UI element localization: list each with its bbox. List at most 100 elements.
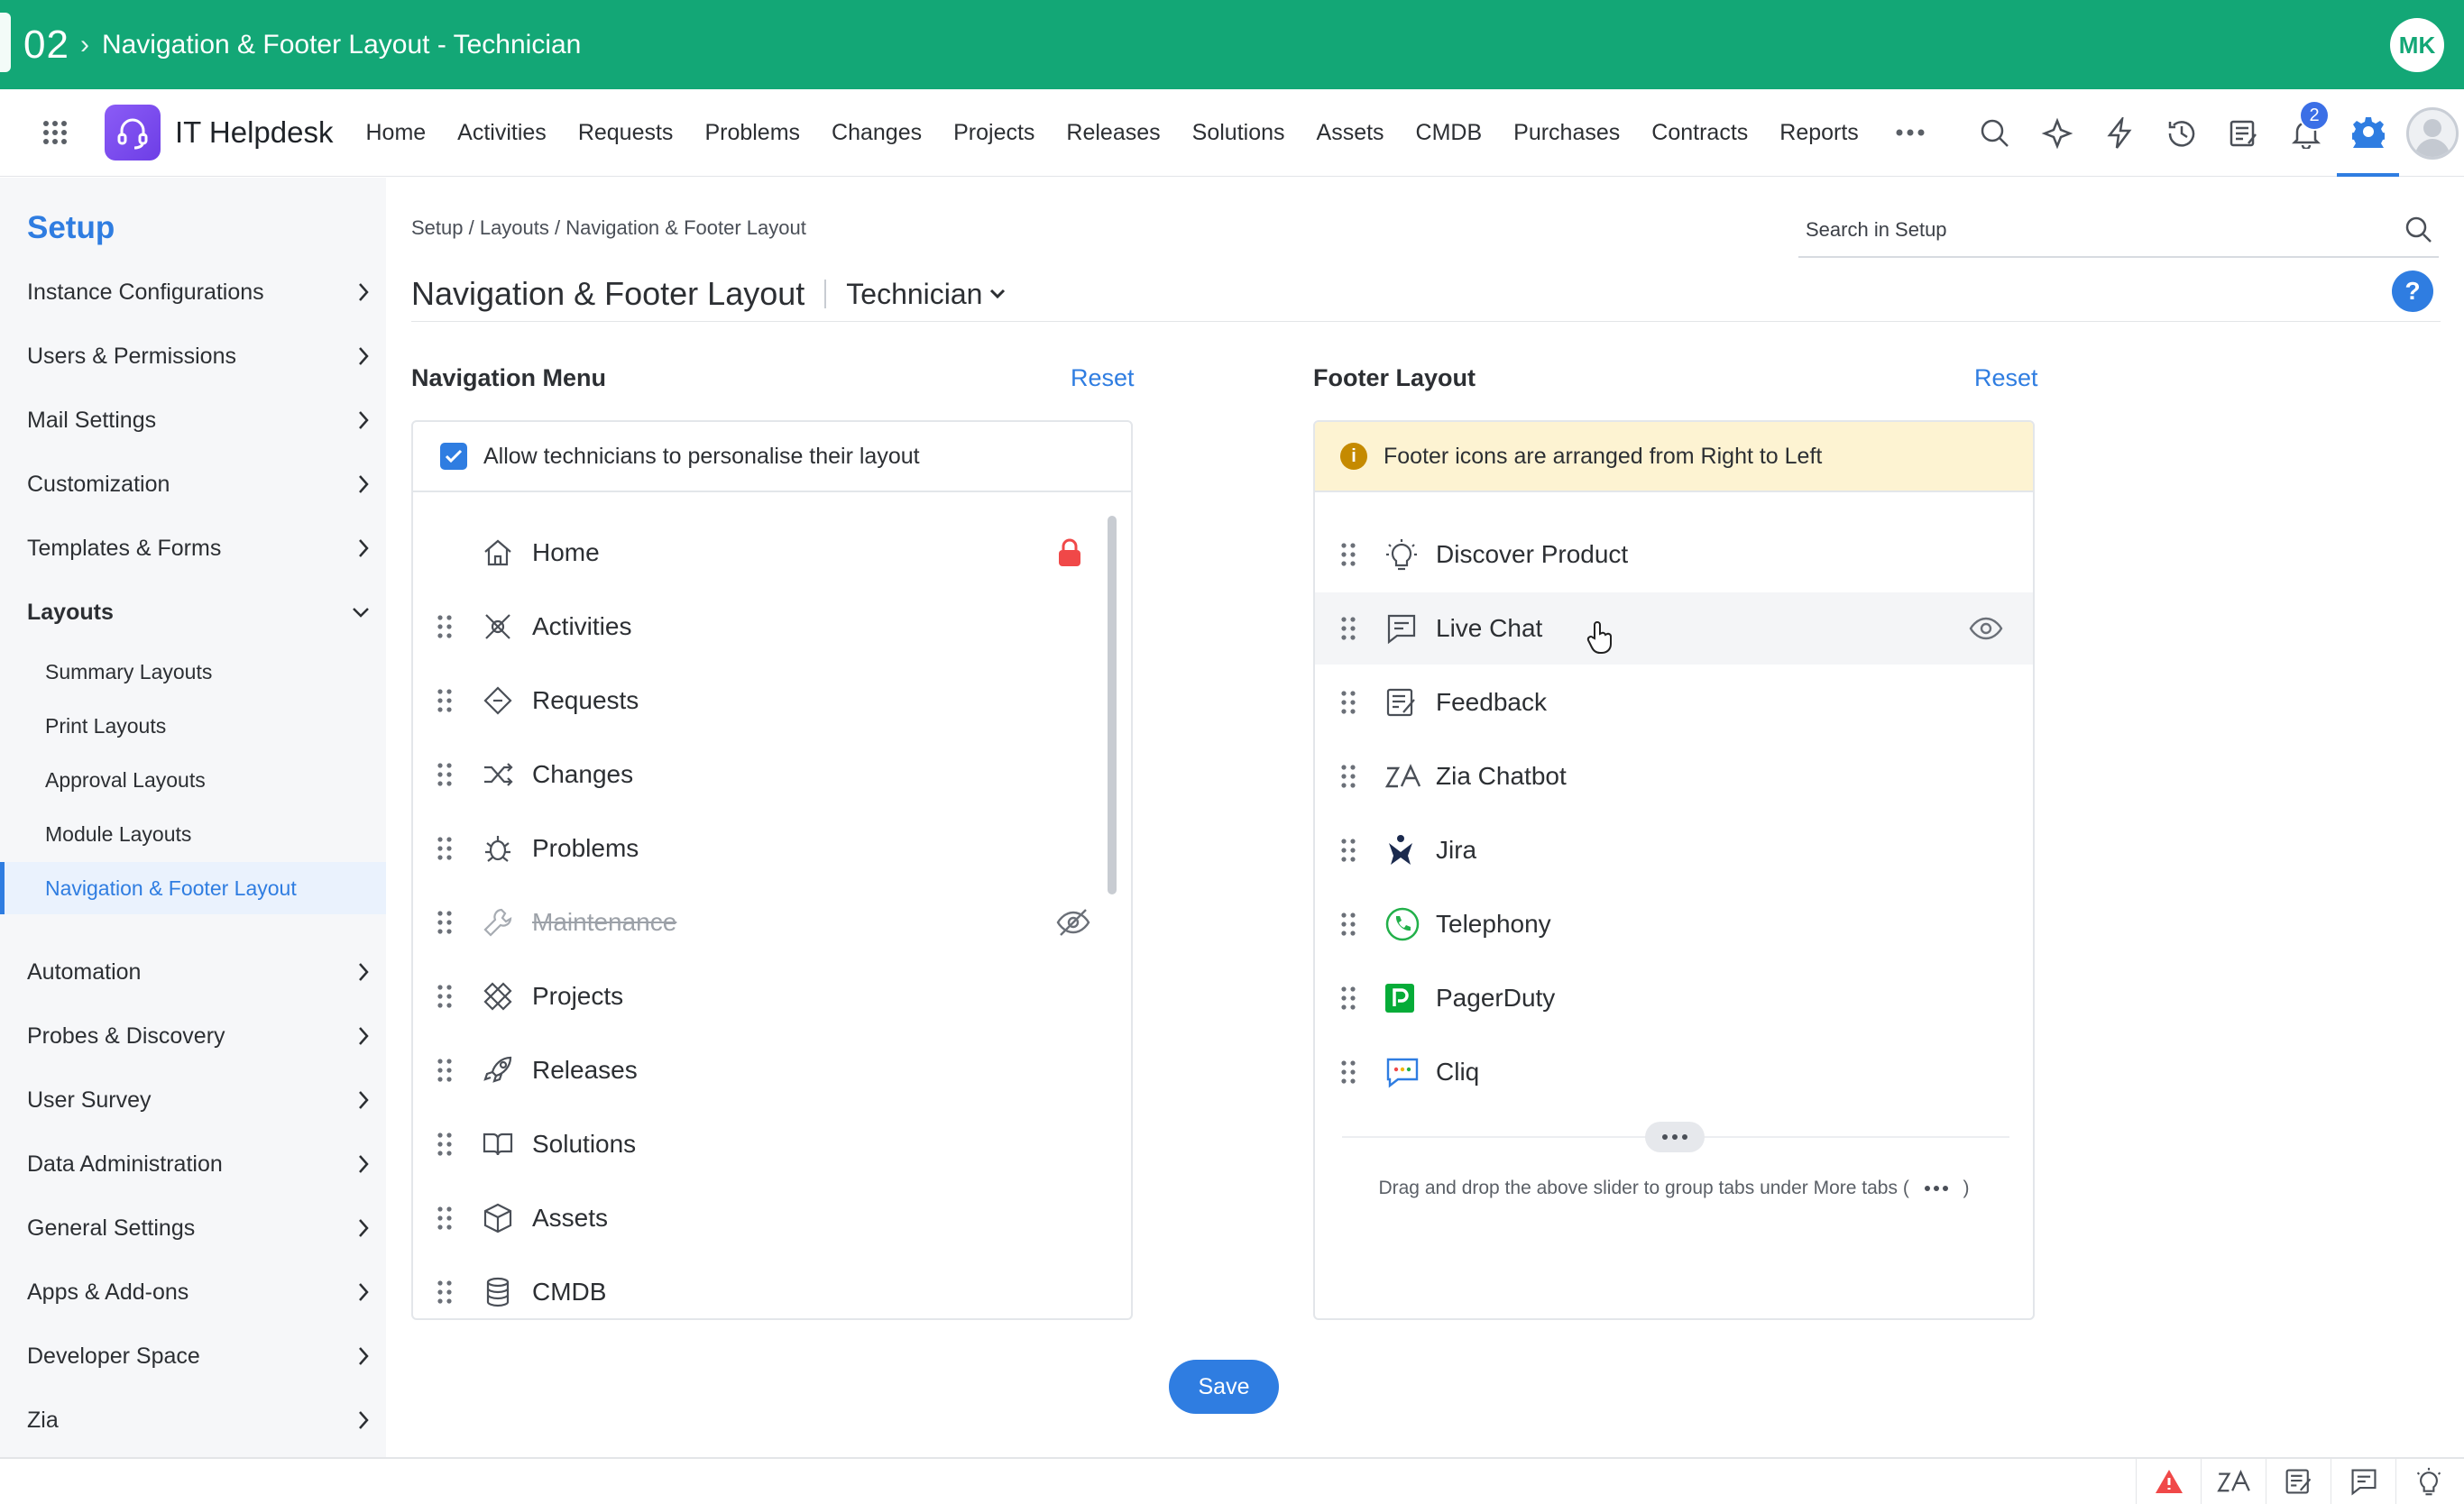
drag-handle-icon[interactable]	[1340, 764, 1356, 789]
drag-handle-icon[interactable]	[437, 1132, 453, 1157]
lightning-icon[interactable]	[2088, 89, 2150, 177]
navigation-scrollbar[interactable]	[1108, 516, 1117, 894]
nav-menu-item-projects[interactable]: Projects	[413, 959, 1108, 1033]
sparkle-icon[interactable]	[2026, 89, 2088, 177]
sidebar-item-data-administration[interactable]: Data Administration	[0, 1137, 386, 1191]
drag-handle-icon[interactable]	[1340, 616, 1356, 641]
role-selector[interactable]: Technician	[846, 278, 1006, 311]
nav-menu-item-assets[interactable]: Assets	[413, 1181, 1108, 1255]
history-icon[interactable]	[2150, 89, 2212, 177]
nav-contracts[interactable]: Contracts	[1651, 120, 1748, 146]
nav-menu-item-cmdb[interactable]: CMDB	[413, 1255, 1108, 1318]
drag-handle-icon[interactable]	[437, 984, 453, 1009]
apps-grid-icon[interactable]	[41, 119, 69, 146]
sidebar-item-automation[interactable]: Automation	[0, 945, 386, 999]
nav-menu-item-changes[interactable]: Changes	[413, 738, 1108, 812]
user-avatar[interactable]: MK	[2390, 18, 2444, 72]
alert-icon[interactable]	[2136, 1459, 2201, 1504]
feedback-icon[interactable]	[2266, 1459, 2331, 1504]
sidebar-item-user-survey[interactable]: User Survey	[0, 1073, 386, 1127]
drag-handle-icon[interactable]	[437, 614, 453, 639]
nav-projects[interactable]: Projects	[953, 120, 1034, 146]
gear-icon[interactable]	[2337, 89, 2399, 177]
search-icon[interactable]	[1963, 89, 2026, 177]
footer-item-discover-product[interactable]: Discover Product	[1315, 518, 2033, 591]
more-tabs-slider-handle[interactable]	[1645, 1122, 1705, 1152]
chat-icon[interactable]	[2331, 1459, 2395, 1504]
nav-menu-item-releases[interactable]: Releases	[413, 1033, 1108, 1107]
drag-handle-icon[interactable]	[1340, 986, 1356, 1011]
nav-releases[interactable]: Releases	[1066, 120, 1160, 146]
footer-item-live-chat[interactable]: Live Chat	[1315, 592, 2033, 665]
drag-handle-icon[interactable]	[437, 1206, 453, 1231]
sidebar-item-users-permissions[interactable]: Users & Permissions	[0, 329, 386, 383]
footer-item-jira[interactable]: Jira	[1315, 814, 2033, 886]
drag-handle-icon[interactable]	[437, 688, 453, 713]
sidebar-sub-module-layouts[interactable]: Module Layouts	[0, 808, 386, 860]
sidebar-item-layouts[interactable]: Layouts	[0, 585, 386, 639]
more-modules-icon[interactable]	[1896, 128, 1925, 137]
drag-handle-icon[interactable]	[437, 1279, 453, 1305]
breadcrumb[interactable]: Setup / Layouts / Navigation & Footer La…	[411, 216, 806, 240]
profile-avatar[interactable]	[2406, 106, 2459, 160]
drag-handle-icon[interactable]	[437, 836, 453, 861]
nav-solutions[interactable]: Solutions	[1192, 120, 1285, 146]
sidebar-item-mail-settings[interactable]: Mail Settings	[0, 393, 386, 447]
footer-item-zia-chatbot[interactable]: Zia Chatbot	[1315, 740, 2033, 812]
navigation-menu-panel: Allow technicians to personalise their l…	[411, 420, 1133, 1320]
zia-icon[interactable]	[2201, 1459, 2266, 1504]
search-input[interactable]	[1798, 218, 2404, 242]
help-button[interactable]: ?	[2392, 271, 2433, 312]
nav-purchases[interactable]: Purchases	[1513, 120, 1620, 146]
drag-handle-icon[interactable]	[1340, 542, 1356, 567]
allow-personalise-checkbox[interactable]	[440, 443, 467, 470]
sidebar-sub-summary-layouts[interactable]: Summary Layouts	[0, 646, 386, 698]
drag-handle-icon[interactable]	[1340, 912, 1356, 937]
sidebar-item-customization[interactable]: Customization	[0, 457, 386, 511]
nav-changes[interactable]: Changes	[832, 120, 922, 146]
note-icon[interactable]	[2212, 89, 2275, 177]
footer-item-feedback[interactable]: Feedback	[1315, 666, 2033, 738]
sidebar-item-apps-addons[interactable]: Apps & Add-ons	[0, 1265, 386, 1319]
nav-home[interactable]: Home	[365, 120, 426, 146]
sidebar-item-zia[interactable]: Zia	[0, 1393, 386, 1447]
sidebar-item-developer-space[interactable]: Developer Space	[0, 1329, 386, 1383]
save-button[interactable]: Save	[1169, 1360, 1279, 1414]
nav-menu-item-problems[interactable]: Problems	[413, 812, 1108, 885]
drag-handle-icon[interactable]	[437, 762, 453, 787]
footer-item-telephony[interactable]: Telephony	[1315, 888, 2033, 960]
footer-reset-link[interactable]: Reset	[1974, 364, 2038, 392]
nav-assets[interactable]: Assets	[1317, 120, 1384, 146]
bulb-icon[interactable]	[2395, 1459, 2460, 1504]
nav-menu-item-maintenance[interactable]: Maintenance	[413, 885, 1108, 959]
nav-menu-item-activities[interactable]: Activities	[413, 590, 1108, 664]
drag-handle-icon[interactable]	[437, 910, 453, 935]
sidebar-item-probes-discovery[interactable]: Probes & Discovery	[0, 1009, 386, 1063]
sidebar-sub-print-layouts[interactable]: Print Layouts	[0, 700, 386, 752]
nav-menu-item-solutions[interactable]: Solutions	[413, 1107, 1108, 1181]
eye-icon[interactable]	[1968, 616, 2004, 641]
sidebar-item-templates-forms[interactable]: Templates & Forms	[0, 521, 386, 575]
sidebar-sub-navigation-footer-layout[interactable]: Navigation & Footer Layout	[0, 862, 386, 914]
nav-problems[interactable]: Problems	[704, 120, 800, 146]
drag-handle-icon[interactable]	[1340, 1059, 1356, 1085]
sidebar-sub-approval-layouts[interactable]: Approval Layouts	[0, 754, 386, 806]
navigation-reset-link[interactable]: Reset	[1071, 364, 1135, 392]
nav-menu-item-requests[interactable]: Requests	[413, 664, 1108, 738]
eye-off-icon[interactable]	[1055, 907, 1091, 938]
drag-handle-icon[interactable]	[437, 1058, 453, 1083]
sidebar-item-general-settings[interactable]: General Settings	[0, 1201, 386, 1255]
chevron-right-icon	[357, 473, 370, 495]
search-icon[interactable]	[2404, 216, 2433, 244]
nav-activities[interactable]: Activities	[457, 120, 547, 146]
sidebar-item-instance-configurations[interactable]: Instance Configurations	[0, 265, 386, 319]
footer-item-pagerduty[interactable]: PagerDuty	[1315, 962, 2033, 1034]
bell-icon[interactable]: 2	[2275, 89, 2337, 177]
nav-cmdb[interactable]: CMDB	[1416, 120, 1483, 146]
nav-reports[interactable]: Reports	[1779, 120, 1859, 146]
footer-item-cliq[interactable]: Cliq	[1315, 1036, 2033, 1108]
nav-requests[interactable]: Requests	[578, 120, 674, 146]
helpdesk-logo-icon	[105, 105, 161, 160]
drag-handle-icon[interactable]	[1340, 690, 1356, 715]
drag-handle-icon[interactable]	[1340, 838, 1356, 863]
